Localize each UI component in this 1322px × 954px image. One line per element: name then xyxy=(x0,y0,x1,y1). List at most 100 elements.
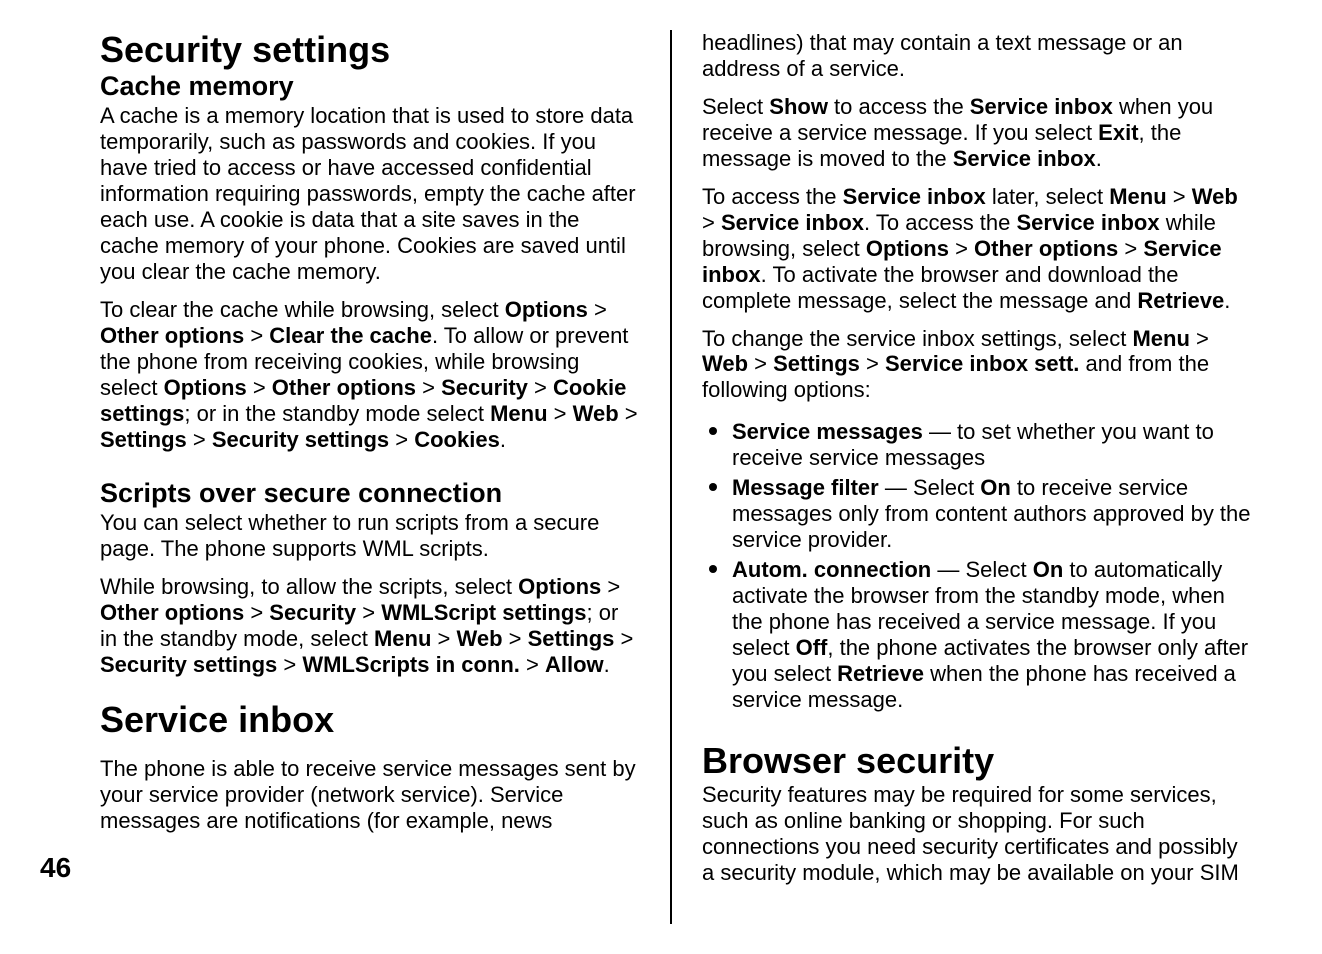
separator: > xyxy=(416,375,441,400)
list-item: Service messages — to set whether you wa… xyxy=(732,415,1252,471)
menu-path: Service inbox xyxy=(721,210,864,235)
menu-path: Options xyxy=(505,297,588,322)
menu-path: WMLScript settings xyxy=(381,600,586,625)
text: . To access the xyxy=(864,210,1016,235)
menu-path: Menu xyxy=(490,401,547,426)
text: later, select xyxy=(986,184,1110,209)
menu-path: Security settings xyxy=(212,427,389,452)
text: . xyxy=(500,427,506,452)
separator: > xyxy=(244,323,269,348)
menu-path: Other options xyxy=(100,323,244,348)
paragraph-scripts-intro: You can select whether to run scripts fr… xyxy=(100,510,640,562)
manual-page: 46 Security settings Cache memory A cach… xyxy=(0,0,1322,954)
paragraph-change-settings: To change the service inbox settings, se… xyxy=(702,326,1252,404)
text: to access the xyxy=(828,94,970,119)
text: — Select xyxy=(879,475,980,500)
option-value: Off xyxy=(796,635,828,660)
option-value: On xyxy=(1033,557,1064,582)
separator: > xyxy=(187,427,212,452)
menu-path: Web xyxy=(456,626,502,651)
paragraph-access: To access the Service inbox later, selec… xyxy=(702,184,1252,314)
options-list: Service messages — to set whether you wa… xyxy=(702,415,1252,712)
paragraph-continuation: headlines) that may contain a text messa… xyxy=(702,30,1252,82)
separator: > xyxy=(528,375,553,400)
menu-path: Menu xyxy=(374,626,431,651)
separator: > xyxy=(431,626,456,651)
left-column: Security settings Cache memory A cache i… xyxy=(100,30,672,924)
heading-scripts: Scripts over secure connection xyxy=(100,479,640,509)
option-value: On xyxy=(980,475,1011,500)
separator: > xyxy=(277,652,302,677)
menu-path: Options xyxy=(164,375,247,400)
heading-browser-security: Browser security xyxy=(702,741,1252,781)
paragraph-browser-intro: Security features may be required for so… xyxy=(702,782,1252,886)
option-name: Message filter xyxy=(732,475,879,500)
text: . To activate the browser and download t… xyxy=(702,262,1179,313)
text: Select xyxy=(702,94,769,119)
text: ; or in the standby mode select xyxy=(184,401,490,426)
text: To clear the cache while browsing, selec… xyxy=(100,297,505,322)
menu-item: Service inbox xyxy=(1017,210,1160,235)
list-item: Autom. connection — Select On to automat… xyxy=(732,553,1252,713)
separator: > xyxy=(356,600,381,625)
menu-path: Cookies xyxy=(414,427,500,452)
menu-path: Options xyxy=(518,574,601,599)
separator: > xyxy=(247,375,272,400)
menu-path: Menu xyxy=(1109,184,1166,209)
paragraph-scripts-path: While browsing, to allow the scripts, se… xyxy=(100,574,640,678)
menu-path: Settings xyxy=(100,427,187,452)
menu-path: Other options xyxy=(100,600,244,625)
option-name: Autom. connection xyxy=(732,557,931,582)
menu-path: Settings xyxy=(528,626,615,651)
menu-path: Service inbox sett. xyxy=(885,351,1079,376)
separator: > xyxy=(244,600,269,625)
text: While browsing, to allow the scripts, se… xyxy=(100,574,518,599)
menu-path: Web xyxy=(702,351,748,376)
menu-path: Security xyxy=(269,600,356,625)
menu-path: Allow xyxy=(545,652,604,677)
separator: > xyxy=(748,351,773,376)
menu-path: Other options xyxy=(974,236,1118,261)
menu-path: Other options xyxy=(272,375,416,400)
separator: > xyxy=(949,236,974,261)
text-columns: Security settings Cache memory A cache i… xyxy=(100,30,1282,924)
menu-path: Menu xyxy=(1132,326,1189,351)
separator: > xyxy=(614,626,633,651)
separator: > xyxy=(588,297,607,322)
separator: > xyxy=(1118,236,1143,261)
menu-item: Service inbox xyxy=(970,94,1113,119)
menu-path: Settings xyxy=(773,351,860,376)
paragraph-cache-intro: A cache is a memory location that is use… xyxy=(100,103,640,285)
text: To access the xyxy=(702,184,843,209)
text: — Select xyxy=(931,557,1032,582)
text: . xyxy=(1096,146,1102,171)
menu-path: Security settings xyxy=(100,652,277,677)
list-item: Message filter — Select On to receive se… xyxy=(732,471,1252,553)
menu-path: Security xyxy=(441,375,528,400)
separator: > xyxy=(860,351,885,376)
separator: > xyxy=(503,626,528,651)
menu-path: Web xyxy=(1192,184,1238,209)
menu-item: Service inbox xyxy=(843,184,986,209)
option-value: Retrieve xyxy=(837,661,924,686)
page-number: 46 xyxy=(40,852,71,884)
text: To change the service inbox settings, se… xyxy=(702,326,1132,351)
menu-path: WMLScripts in conn. xyxy=(302,652,520,677)
option-name: Service messages xyxy=(732,419,923,444)
menu-item: Service inbox xyxy=(953,146,1096,171)
text: . xyxy=(1224,288,1230,313)
heading-service-inbox: Service inbox xyxy=(100,700,640,740)
heading-cache-memory: Cache memory xyxy=(100,72,640,102)
separator: > xyxy=(619,401,638,426)
right-column: headlines) that may contain a text messa… xyxy=(672,30,1252,924)
menu-path: Web xyxy=(573,401,619,426)
separator: > xyxy=(389,427,414,452)
separator: > xyxy=(1167,184,1192,209)
separator: > xyxy=(520,652,545,677)
text: . xyxy=(604,652,610,677)
menu-path: Options xyxy=(866,236,949,261)
paragraph-service-intro: The phone is able to receive service mes… xyxy=(100,756,640,834)
separator: > xyxy=(601,574,620,599)
menu-item: Exit xyxy=(1098,120,1138,145)
heading-security-settings: Security settings xyxy=(100,30,640,70)
